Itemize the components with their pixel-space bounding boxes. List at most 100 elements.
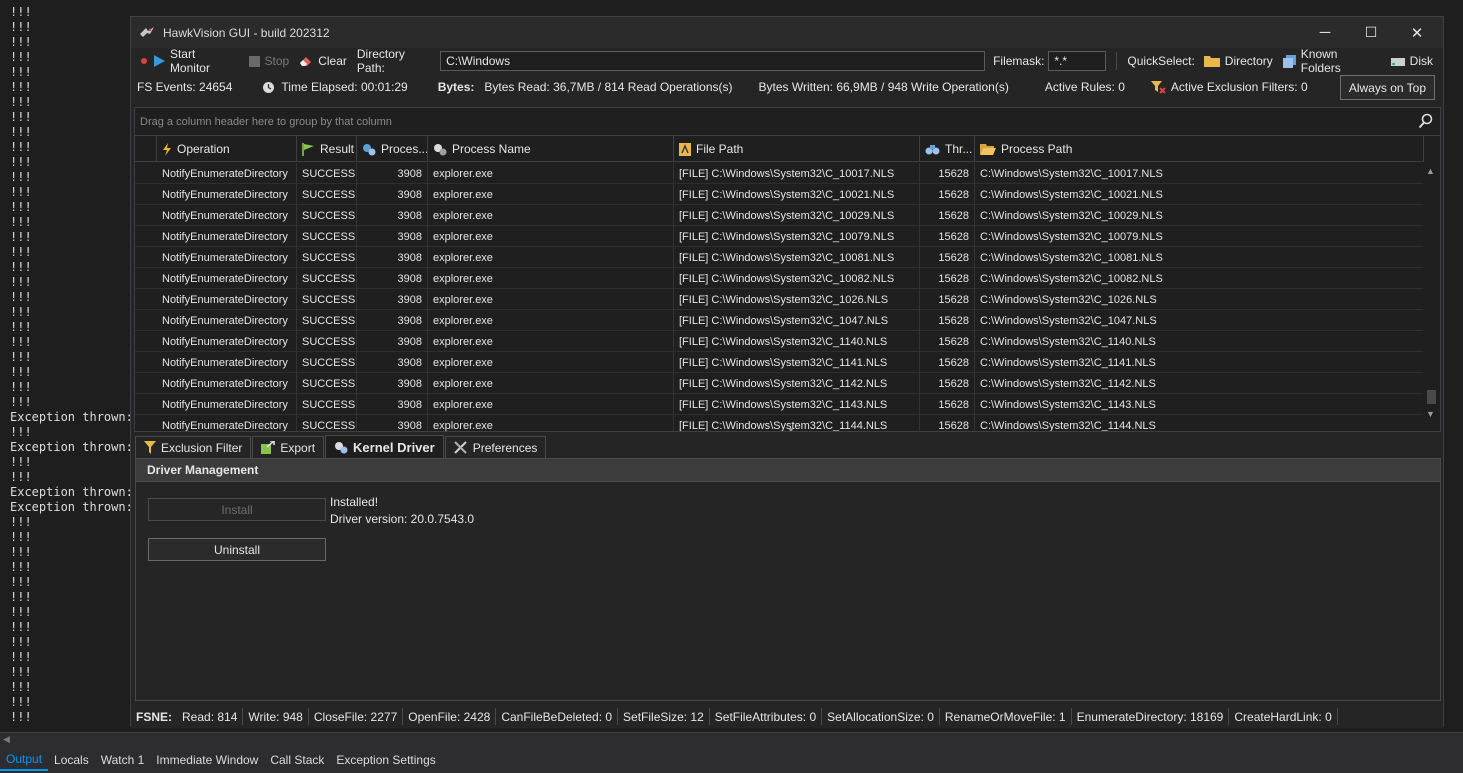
tool-tab-watch-1[interactable]: Watch 1: [95, 750, 151, 770]
tab-label: Preferences: [472, 440, 538, 455]
minimize-button[interactable]: ─: [1302, 17, 1348, 48]
tool-tab-exception-settings[interactable]: Exception Settings: [330, 750, 441, 770]
filemask-input[interactable]: [1048, 51, 1107, 71]
cell-process-path: C:\Windows\System32\C_1142.NLS: [975, 373, 1424, 394]
always-on-top-button[interactable]: Always on Top: [1339, 75, 1435, 100]
install-button[interactable]: Install: [148, 498, 326, 521]
output-line: !!!: [10, 5, 32, 19]
eraser-icon: [300, 57, 312, 66]
cell-result: SUCCESS: [297, 415, 357, 431]
maximize-button[interactable]: ☐: [1348, 17, 1394, 48]
table-row[interactable]: NotifyEnumerateDirectory SUCCESS 3908 explo…: [135, 289, 1424, 310]
table-row[interactable]: NotifyEnumerateDirectory SUCCESS 3908 explo…: [135, 310, 1424, 331]
grid-body[interactable]: NotifyEnumerateDirectory SUCCESS 3908 explo…: [135, 163, 1424, 431]
output-line: !!!: [10, 455, 32, 469]
tab-exclusion-filter[interactable]: Exclusion Filter: [135, 436, 252, 458]
search-icon[interactable]: [1418, 113, 1434, 129]
scroll-down-icon[interactable]: ▼: [1426, 409, 1435, 419]
cell-thread-id: 15628: [920, 205, 975, 226]
cell-operation: NotifyEnumerateDirectory: [157, 226, 297, 247]
table-row[interactable]: NotifyEnumerateDirectory SUCCESS 3908 explo…: [135, 226, 1424, 247]
tab-preferences[interactable]: Preferences: [444, 436, 547, 458]
cell-thread-id: 15628: [920, 310, 975, 331]
table-row[interactable]: NotifyEnumerateDirectory SUCCESS 3908 explo…: [135, 184, 1424, 205]
table-row[interactable]: NotifyEnumerateDirectory SUCCESS 3908 explo…: [135, 268, 1424, 289]
cell-file-path: [FILE] C:\Windows\System32\C_1144.NLS: [674, 415, 920, 431]
table-row[interactable]: NotifyEnumerateDirectory SUCCESS 3908 explo…: [135, 373, 1424, 394]
clear-button[interactable]: Clear: [299, 54, 347, 68]
cell-process-name: explorer.exe: [428, 289, 674, 310]
table-row[interactable]: NotifyEnumerateDirectory SUCCESS 3908 explo…: [135, 331, 1424, 352]
output-line: !!!: [10, 380, 32, 394]
column-header-operation[interactable]: Operation: [157, 136, 297, 162]
cell-process-path: C:\Windows\System32\C_10021.NLS: [975, 184, 1424, 205]
scroll-left-icon[interactable]: ◀: [3, 734, 10, 745]
horizontal-scrollbar[interactable]: ◀: [0, 732, 1463, 746]
row-indicator: [135, 310, 157, 331]
scroll-thumb[interactable]: [1427, 390, 1436, 404]
status-item: CloseFile: 2277: [309, 708, 404, 725]
table-row[interactable]: NotifyEnumerateDirectory SUCCESS 3908 explo…: [135, 163, 1424, 184]
output-line: !!!: [10, 65, 32, 79]
status-item: SetFileSize: 12: [618, 708, 710, 725]
row-indicator-header: [135, 136, 157, 162]
column-header-result[interactable]: Result: [297, 136, 357, 162]
table-row[interactable]: NotifyEnumerateDirectory SUCCESS 3908 explo…: [135, 394, 1424, 415]
cell-operation: NotifyEnumerateDirectory: [157, 247, 297, 268]
disk-icon: [1390, 57, 1405, 66]
column-header-thread[interactable]: Thr...: [920, 136, 975, 162]
group-by-panel[interactable]: Drag a column header here to group by th…: [135, 108, 1440, 136]
column-label: Operation: [177, 142, 230, 156]
table-row[interactable]: NotifyEnumerateDirectory SUCCESS 3908 explo…: [135, 205, 1424, 226]
vertical-scrollbar[interactable]: ▲ ▼: [1423, 163, 1440, 431]
tab-kernel-driver[interactable]: Kernel Driver: [325, 435, 444, 458]
status-item: EnumerateDirectory: 18169: [1072, 708, 1230, 725]
table-row[interactable]: NotifyEnumerateDirectory SUCCESS 3908 explo…: [135, 247, 1424, 268]
scroll-up-icon[interactable]: ▲: [1426, 166, 1435, 176]
cell-operation: NotifyEnumerateDirectory: [157, 163, 297, 184]
window-title: HawkVision GUI - build 202312: [163, 25, 330, 40]
cell-thread-id: 15628: [920, 163, 975, 184]
uninstall-button[interactable]: Uninstall: [148, 538, 326, 561]
start-monitor-button[interactable]: Start Monitor: [140, 47, 239, 75]
cell-operation: NotifyEnumerateDirectory: [157, 373, 297, 394]
table-row[interactable]: NotifyEnumerateDirectory SUCCESS 3908 explo…: [135, 352, 1424, 373]
row-indicator: [135, 373, 157, 394]
directory-path-input[interactable]: [440, 51, 986, 71]
row-indicator: [135, 268, 157, 289]
cell-result: SUCCESS: [297, 247, 357, 268]
cell-process-path: C:\Windows\System32\C_10081.NLS: [975, 247, 1424, 268]
status-item: SetFileAttributes: 0: [710, 708, 823, 725]
tool-tab-locals[interactable]: Locals: [48, 750, 95, 770]
tool-tab-immediate-window[interactable]: Immediate Window: [150, 750, 264, 770]
quickselect-disk-button[interactable]: Disk: [1390, 54, 1433, 68]
filter-icon: [144, 441, 156, 454]
column-header-process-id[interactable]: Proces...: [357, 136, 428, 162]
quickselect-directory-button[interactable]: Directory: [1203, 54, 1273, 68]
tab-export[interactable]: Export: [252, 436, 325, 458]
status-item: SetAllocationSize: 0: [822, 708, 940, 725]
tool-tab-call-stack[interactable]: Call Stack: [264, 750, 330, 770]
table-row[interactable]: NotifyEnumerateDirectory SUCCESS 3908 explo…: [135, 415, 1424, 431]
output-line: !!!: [10, 560, 32, 574]
quickselect-known-folders-button[interactable]: Known Folders: [1282, 47, 1381, 75]
title-bar[interactable]: HawkVision GUI - build 202312 ─ ☐ ✕: [131, 17, 1443, 48]
stop-button[interactable]: Stop: [248, 54, 289, 68]
cell-operation: NotifyEnumerateDirectory: [157, 415, 297, 431]
column-header-process-path[interactable]: Process Path: [975, 136, 1424, 162]
column-header-file-path[interactable]: File Path: [674, 136, 920, 162]
tools-icon: [453, 441, 468, 454]
tab-label: Exclusion Filter: [161, 440, 243, 455]
column-header-process-name[interactable]: Process Name: [428, 136, 674, 162]
cell-process-path: C:\Windows\System32\C_10079.NLS: [975, 226, 1424, 247]
splitter-arrow-icon[interactable]: ▼: [787, 426, 795, 431]
open-folder-icon: [980, 143, 996, 155]
cell-thread-id: 15628: [920, 415, 975, 431]
close-button[interactable]: ✕: [1394, 17, 1440, 48]
output-line: !!!: [10, 515, 32, 529]
cell-result: SUCCESS: [297, 331, 357, 352]
row-indicator: [135, 394, 157, 415]
cell-thread-id: 15628: [920, 226, 975, 247]
cell-thread-id: 15628: [920, 184, 975, 205]
tool-tab-output[interactable]: Output: [0, 749, 49, 771]
